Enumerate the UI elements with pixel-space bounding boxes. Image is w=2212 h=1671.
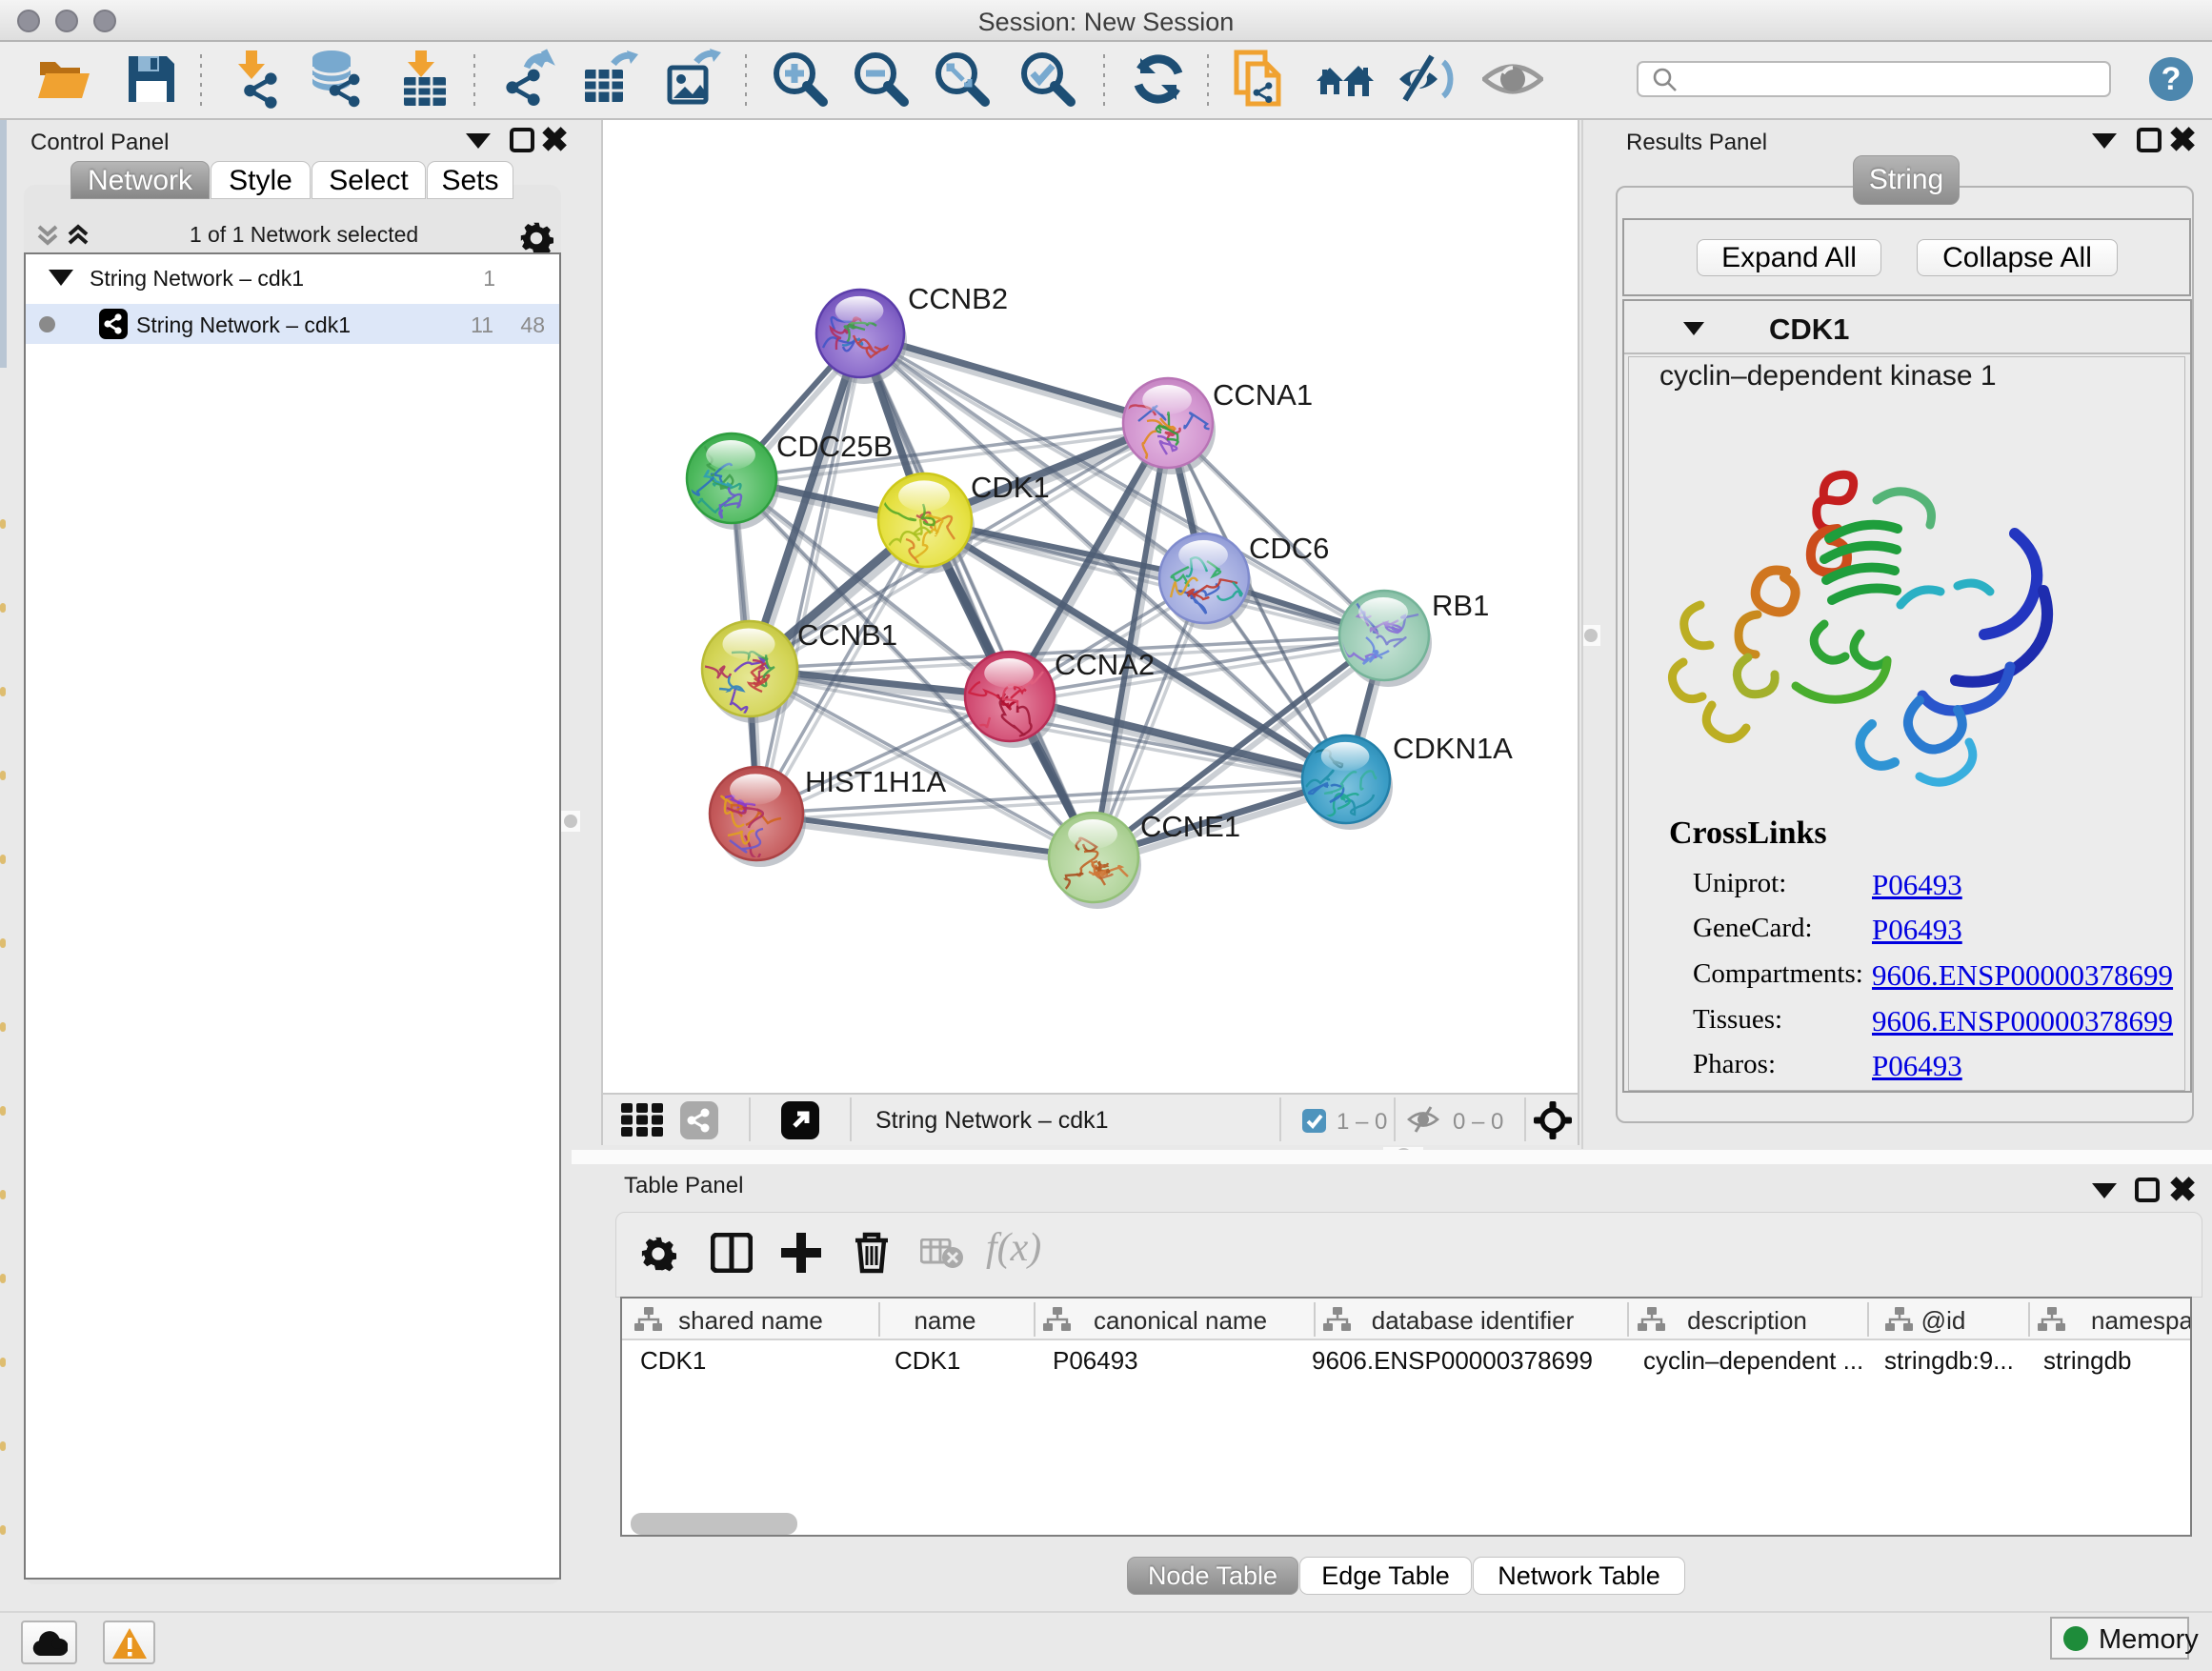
svg-text:RB1: RB1 (1432, 589, 1489, 622)
svg-text:CCNB2: CCNB2 (908, 282, 1008, 315)
svg-text:CDC25B: CDC25B (776, 430, 893, 463)
svg-text:CDC6: CDC6 (1249, 532, 1329, 565)
svg-text:CCNA1: CCNA1 (1213, 378, 1313, 412)
svg-text:CCNB1: CCNB1 (797, 618, 897, 652)
svg-text:CCNA2: CCNA2 (1055, 648, 1155, 681)
svg-text:CDK1: CDK1 (971, 471, 1050, 504)
svg-text:CCNE1: CCNE1 (1140, 810, 1240, 843)
svg-text:HIST1H1A: HIST1H1A (805, 765, 946, 798)
svg-text:CDKN1A: CDKN1A (1393, 732, 1513, 765)
